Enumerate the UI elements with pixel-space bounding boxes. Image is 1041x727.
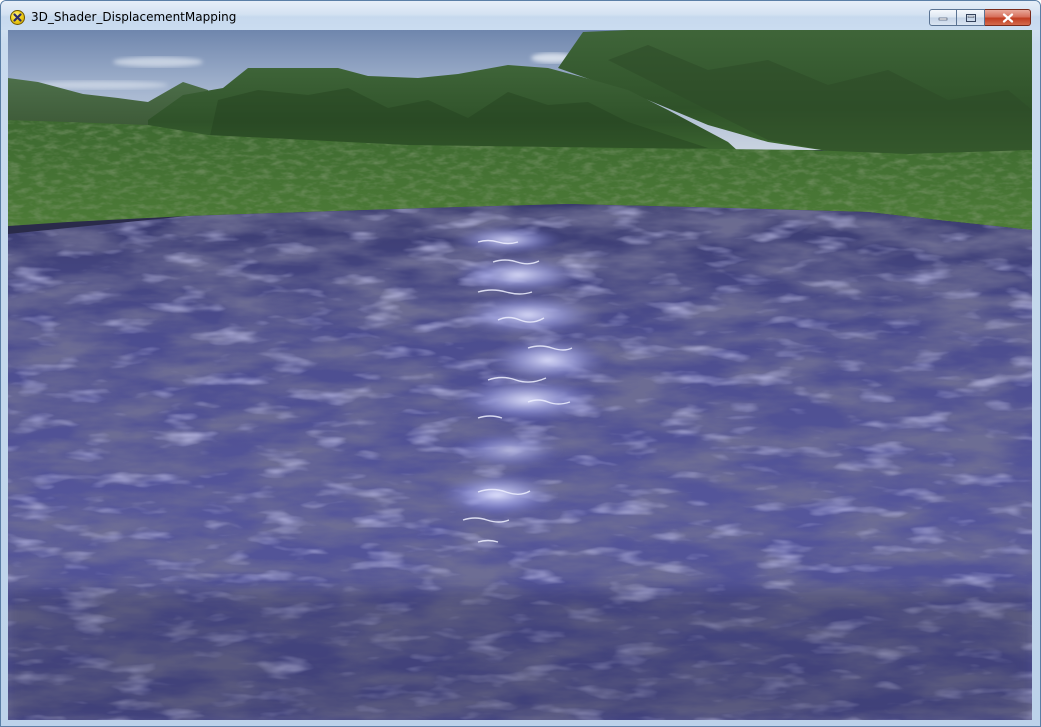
window-title: 3D_Shader_DisplacementMapping xyxy=(31,10,237,24)
app-icon[interactable] xyxy=(10,10,25,25)
maximize-icon xyxy=(965,13,976,22)
title-bar[interactable]: 3D_Shader_DisplacementMapping xyxy=(1,1,1040,30)
app-window: 3D_Shader_DisplacementMapping xyxy=(0,0,1041,727)
close-button[interactable] xyxy=(985,9,1031,26)
render-viewport[interactable] xyxy=(8,30,1032,720)
foreground-shade xyxy=(8,590,1032,720)
minimize-button[interactable] xyxy=(929,9,957,26)
scene-render xyxy=(8,30,1032,720)
minimize-icon xyxy=(938,17,948,20)
caption-buttons xyxy=(929,9,1031,28)
close-icon xyxy=(1002,12,1013,23)
cloud xyxy=(113,57,203,67)
maximize-button[interactable] xyxy=(957,9,985,26)
